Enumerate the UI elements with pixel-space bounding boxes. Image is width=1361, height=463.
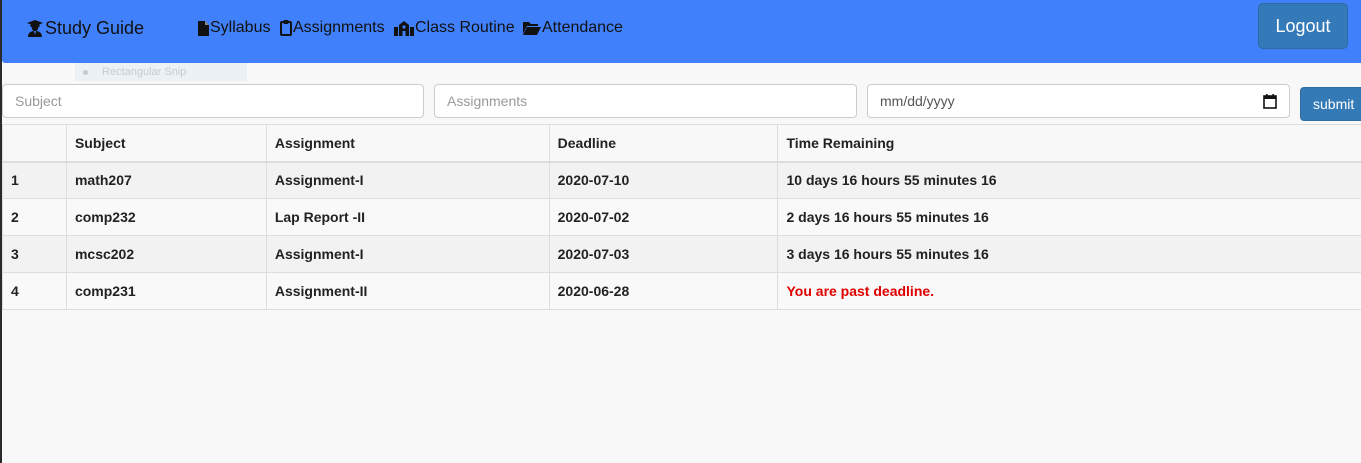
- row-deadline: 2020-07-10: [548, 161, 779, 199]
- subject-input[interactable]: Subject: [2, 84, 424, 118]
- assignments-placeholder: Assignments: [447, 93, 528, 109]
- header-subject: Subject: [65, 124, 267, 163]
- header-time-remaining: Time Remaining: [777, 124, 1361, 163]
- brand-label: Study Guide: [45, 17, 145, 38]
- row-time-remaining: 3 days 16 hours 55 minutes 16: [777, 235, 1361, 273]
- table-header-row: Subject Assignment Deadline Time Remaini…: [2, 124, 1361, 163]
- nav-attendance[interactable]: Attendance: [523, 16, 623, 40]
- date-placeholder: mm/dd/yyyy: [880, 93, 955, 109]
- nav-syllabus-label: Syllabus: [210, 19, 271, 36]
- row-assignment: Lap Report -II: [265, 198, 550, 236]
- header-deadline: Deadline: [548, 124, 779, 163]
- nav-assignments-label: Assignments: [293, 19, 385, 36]
- table-row: 3 mcsc202 Assignment-I 2020-07-03 3 days…: [2, 235, 1361, 273]
- graduate-icon: [27, 19, 43, 37]
- snip-overlay: Rectangular Snip: [75, 63, 247, 81]
- header-index: [2, 124, 67, 163]
- row-subject: mcsc202: [65, 235, 267, 273]
- row-number: 4: [2, 272, 67, 310]
- nav-syllabus[interactable]: Syllabus: [198, 16, 270, 40]
- row-deadline: 2020-07-03: [548, 235, 779, 273]
- navbar: Study Guide Syllabus Assignments Class R…: [2, 0, 1361, 63]
- school-icon: [394, 20, 414, 36]
- row-number: 2: [2, 198, 67, 236]
- brand[interactable]: Study Guide: [27, 16, 144, 40]
- row-deadline: 2020-06-28: [548, 272, 779, 310]
- snip-overlay-label: Rectangular Snip: [102, 66, 187, 78]
- nav-class-routine-label: Class Routine: [415, 19, 515, 36]
- snip-dot-icon: [83, 69, 88, 75]
- deadline-date-input[interactable]: mm/dd/yyyy: [867, 84, 1290, 118]
- row-time-remaining: 2 days 16 hours 55 minutes 16: [777, 198, 1361, 236]
- row-subject: math207: [65, 161, 267, 199]
- submit-button[interactable]: submit: [1300, 87, 1361, 121]
- subject-placeholder: Subject: [15, 93, 62, 109]
- nav-class-routine[interactable]: Class Routine: [394, 16, 515, 40]
- row-time-remaining: 10 days 16 hours 55 minutes 16: [777, 161, 1361, 199]
- nav-attendance-label: Attendance: [542, 19, 623, 36]
- table-row: 4 comp231 Assignment-II 2020-06-28 You a…: [2, 272, 1361, 310]
- table-row: 2 comp232 Lap Report -II 2020-07-02 2 da…: [2, 198, 1361, 236]
- row-number: 1: [2, 161, 67, 199]
- clipboard-icon: [280, 20, 292, 36]
- table-row: 1 math207 Assignment-I 2020-07-10 10 day…: [2, 161, 1361, 199]
- header-assignment: Assignment: [265, 124, 550, 163]
- row-subject: comp232: [65, 198, 267, 236]
- row-number: 3: [2, 235, 67, 273]
- file-icon: [198, 20, 209, 36]
- logout-button[interactable]: Logout: [1258, 3, 1348, 49]
- row-assignment: Assignment-II: [265, 272, 550, 310]
- folder-open-icon: [523, 21, 541, 35]
- nav-assignments[interactable]: Assignments: [280, 16, 385, 40]
- assignments-input[interactable]: Assignments: [434, 84, 857, 118]
- calendar-icon[interactable]: [1263, 93, 1277, 109]
- row-assignment: Assignment-I: [265, 161, 550, 199]
- row-subject: comp231: [65, 272, 267, 310]
- row-deadline: 2020-07-02: [548, 198, 779, 236]
- row-time-remaining-past: You are past deadline.: [777, 272, 1361, 310]
- assignments-table: Subject Assignment Deadline Time Remaini…: [2, 124, 1361, 310]
- row-assignment: Assignment-I: [265, 235, 550, 273]
